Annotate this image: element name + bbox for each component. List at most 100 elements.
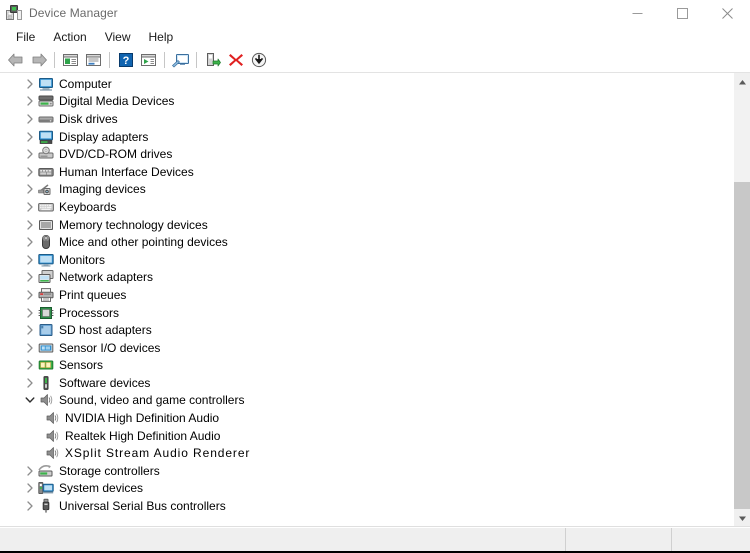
chevron-right-icon[interactable]: [22, 305, 38, 321]
tree-item-label: Disk drives: [59, 111, 118, 126]
tree-item[interactable]: NVIDIA High Definition Audio: [0, 409, 733, 427]
forward-arrow-icon: [30, 52, 48, 68]
chevron-down-icon[interactable]: [22, 392, 38, 408]
chevron-right-icon[interactable]: [22, 146, 38, 162]
tree-item[interactable]: Storage controllers: [0, 462, 733, 480]
chevron-right-icon[interactable]: [22, 129, 38, 145]
chevron-right-icon[interactable]: [22, 199, 38, 215]
tree-item[interactable]: Universal Serial Bus controllers: [0, 497, 733, 515]
maximize-button[interactable]: [660, 0, 705, 26]
tree-item-label: Sound, video and game controllers: [59, 393, 245, 408]
tree-item[interactable]: Mice and other pointing devices: [0, 233, 733, 251]
tree-item-label: SD host adapters: [59, 323, 152, 338]
scroll-up-button[interactable]: [734, 73, 750, 90]
tree-item[interactable]: Human Interface Devices: [0, 163, 733, 181]
tree-item[interactable]: Disk drives: [0, 110, 733, 128]
close-button[interactable]: [705, 0, 750, 26]
update-driver-icon: [205, 52, 221, 68]
window-title: Device Manager: [29, 6, 118, 20]
toolbar-separator: [164, 52, 165, 68]
speaker-icon: [44, 445, 60, 461]
tree-item-label: NVIDIA High Definition Audio: [65, 411, 220, 426]
speaker-icon: [44, 428, 60, 444]
back-button[interactable]: [4, 49, 27, 71]
tree-item[interactable]: Print queues: [0, 286, 733, 304]
tree-item-label: Software devices: [59, 375, 151, 390]
tree-item[interactable]: Sensor I/O devices: [0, 339, 733, 357]
computer-icon: [38, 76, 54, 92]
tree-item[interactable]: Monitors: [0, 251, 733, 269]
chevron-right-icon[interactable]: [22, 181, 38, 197]
scrollbar-thumb[interactable]: [734, 90, 750, 182]
uninstall-device-button[interactable]: [224, 49, 247, 71]
scrollbar-track[interactable]: [734, 90, 750, 509]
disable-device-button[interactable]: [247, 49, 270, 71]
chevron-right-icon[interactable]: [22, 480, 38, 496]
update-driver-button[interactable]: [201, 49, 224, 71]
device-tree[interactable]: Computer Digital Media Devices Disk drives…: [0, 73, 733, 526]
tree-item[interactable]: Processors: [0, 304, 733, 322]
menu-view[interactable]: View: [96, 28, 140, 47]
chevron-right-icon[interactable]: [22, 322, 38, 338]
chevron-right-icon[interactable]: [22, 76, 38, 92]
chevron-right-icon[interactable]: [22, 269, 38, 285]
chevron-right-icon[interactable]: [22, 375, 38, 391]
chevron-right-icon[interactable]: [22, 287, 38, 303]
help-button[interactable]: ?: [114, 49, 137, 71]
system-device-icon: [38, 480, 54, 496]
chevron-right-icon[interactable]: [22, 252, 38, 268]
status-message: [0, 527, 566, 551]
tree-item-label: DVD/CD-ROM drives: [59, 147, 173, 162]
chevron-right-icon[interactable]: [22, 340, 38, 356]
tree-item-label: Realtek High Definition Audio: [65, 428, 221, 443]
tree-item[interactable]: Keyboards: [0, 198, 733, 216]
tree-item-label: Sensors: [59, 358, 104, 373]
chevron-right-icon[interactable]: [22, 93, 38, 109]
console-tree-button[interactable]: [137, 49, 160, 71]
scroll-down-button[interactable]: [734, 509, 750, 526]
vertical-scrollbar[interactable]: [733, 73, 750, 526]
chevron-right-icon[interactable]: [22, 217, 38, 233]
chevron-right-icon[interactable]: [22, 357, 38, 373]
chevron-right-icon[interactable]: [22, 164, 38, 180]
tree-item-label: Human Interface Devices: [59, 164, 194, 179]
tree-item[interactable]: Software devices: [0, 374, 733, 392]
menu-action[interactable]: Action: [44, 28, 95, 47]
tree-item[interactable]: Computer: [0, 75, 733, 93]
scan-hardware-button[interactable]: [169, 49, 192, 71]
tree-item[interactable]: Sound, video and game controllers: [0, 392, 733, 410]
tree-item-label: Mice and other pointing devices: [59, 235, 228, 250]
sd-adapter-icon: [38, 322, 54, 338]
tree-item[interactable]: DVD/CD-ROM drives: [0, 145, 733, 163]
details-pane-icon: [85, 52, 102, 68]
tree-item[interactable]: System devices: [0, 480, 733, 498]
details-pane-button[interactable]: [82, 49, 105, 71]
tree-item[interactable]: Digital Media Devices: [0, 93, 733, 111]
memory-icon: [38, 217, 54, 233]
tree-item-label: System devices: [59, 481, 144, 496]
chevron-right-icon[interactable]: [22, 498, 38, 514]
tree-item[interactable]: Memory technology devices: [0, 216, 733, 234]
tree-item[interactable]: Imaging devices: [0, 181, 733, 199]
chevron-right-icon[interactable]: [22, 463, 38, 479]
tree-item[interactable]: SD host adapters: [0, 321, 733, 339]
toolbar-separator: [196, 52, 197, 68]
imaging-icon: [38, 181, 54, 197]
printer-icon: [38, 287, 54, 303]
tree-item[interactable]: Network adapters: [0, 269, 733, 287]
tree-item-label: Keyboards: [59, 199, 117, 214]
menu-help[interactable]: Help: [140, 28, 183, 47]
hid-icon: [38, 164, 54, 180]
tree-item[interactable]: Display adapters: [0, 128, 733, 146]
chevron-right-icon[interactable]: [22, 111, 38, 127]
tree-item[interactable]: Realtek High Definition Audio: [0, 427, 733, 445]
speaker-icon: [44, 410, 60, 426]
tree-item[interactable]: Sensors: [0, 357, 733, 375]
chevron-right-icon[interactable]: [22, 234, 38, 250]
properties-button[interactable]: [59, 49, 82, 71]
minimize-button[interactable]: [615, 0, 660, 26]
menu-file[interactable]: File: [7, 28, 44, 47]
forward-button[interactable]: [27, 49, 50, 71]
tree-item[interactable]: XSplit Stream Audio Renderer: [0, 444, 733, 462]
tree-item-label: Print queues: [59, 287, 127, 302]
